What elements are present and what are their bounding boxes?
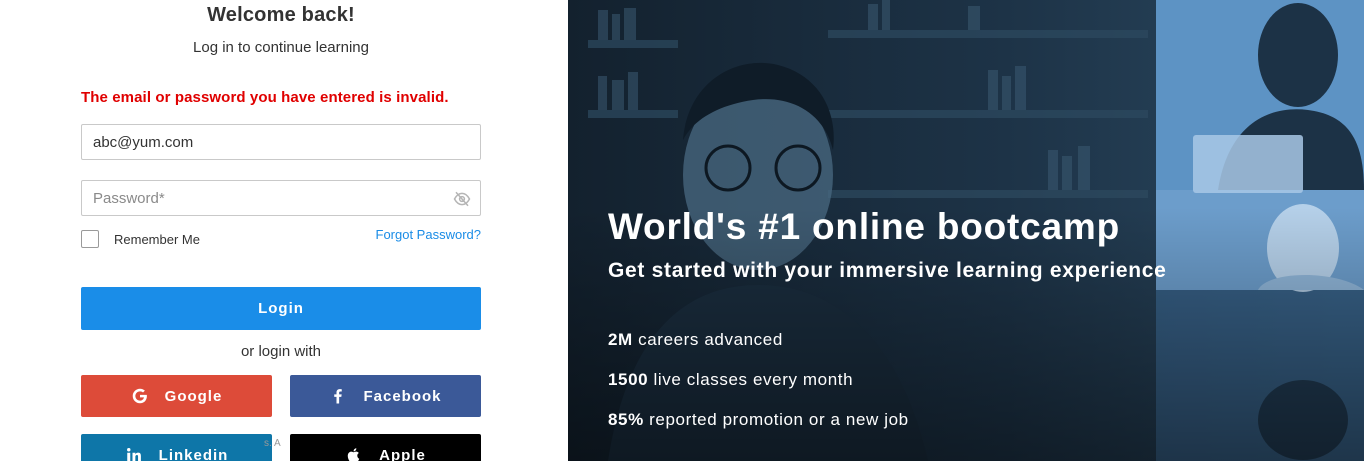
stat-live-classes: 1500 live classes every month (608, 370, 853, 390)
linkedin-login-label: Linkedin (158, 446, 229, 461)
hero-panel: World's #1 online bootcamp Get started w… (568, 0, 1364, 461)
hero-subtitle: Get started with your immersive learning… (608, 259, 1167, 282)
partially-hidden-text: s. A (264, 438, 281, 449)
or-login-with-text: or login with (240, 343, 322, 360)
facebook-login-button[interactable]: Facebook (290, 375, 481, 417)
login-button[interactable]: Login (81, 287, 481, 330)
error-message: The email or password you have entered i… (81, 89, 449, 106)
stat-value: 1500 (608, 370, 649, 389)
email-input[interactable] (82, 125, 480, 159)
apple-login-label: Apple (379, 446, 426, 461)
forgot-password-link[interactable]: Forgot Password? (376, 227, 482, 242)
stat-careers: 2M careers advanced (608, 330, 783, 350)
stat-promotion: 85% reported promotion or a new job (608, 410, 909, 430)
password-input[interactable] (82, 181, 480, 215)
login-panel: Welcome back! Log in to continue learnin… (0, 0, 568, 461)
page-title: Welcome back! (207, 4, 355, 26)
password-field[interactable] (81, 180, 481, 216)
stat-label: live classes every month (648, 370, 854, 389)
stat-value: 85% (608, 410, 644, 429)
remember-me-checkbox[interactable] (81, 230, 99, 248)
apple-login-button[interactable]: Apple (290, 434, 481, 461)
eye-off-icon[interactable] (453, 190, 471, 208)
stat-label: careers advanced (632, 330, 783, 349)
apple-icon (345, 446, 363, 461)
page-subtitle: Log in to continue learning (193, 39, 369, 56)
linkedin-login-button[interactable]: Linkedin (81, 434, 272, 461)
hero-title: World's #1 online bootcamp (608, 206, 1121, 247)
remember-me-label: Remember Me (114, 231, 200, 247)
facebook-login-label: Facebook (363, 387, 442, 405)
google-login-button[interactable]: Google (81, 375, 272, 417)
google-icon (131, 387, 149, 405)
remember-me: Remember Me (81, 230, 200, 248)
google-login-label: Google (164, 387, 223, 405)
stat-label: reported promotion or a new job (643, 410, 909, 429)
stat-value: 2M (608, 330, 633, 349)
facebook-icon (329, 387, 347, 405)
email-field[interactable] (81, 124, 481, 160)
linkedin-icon (125, 446, 143, 461)
